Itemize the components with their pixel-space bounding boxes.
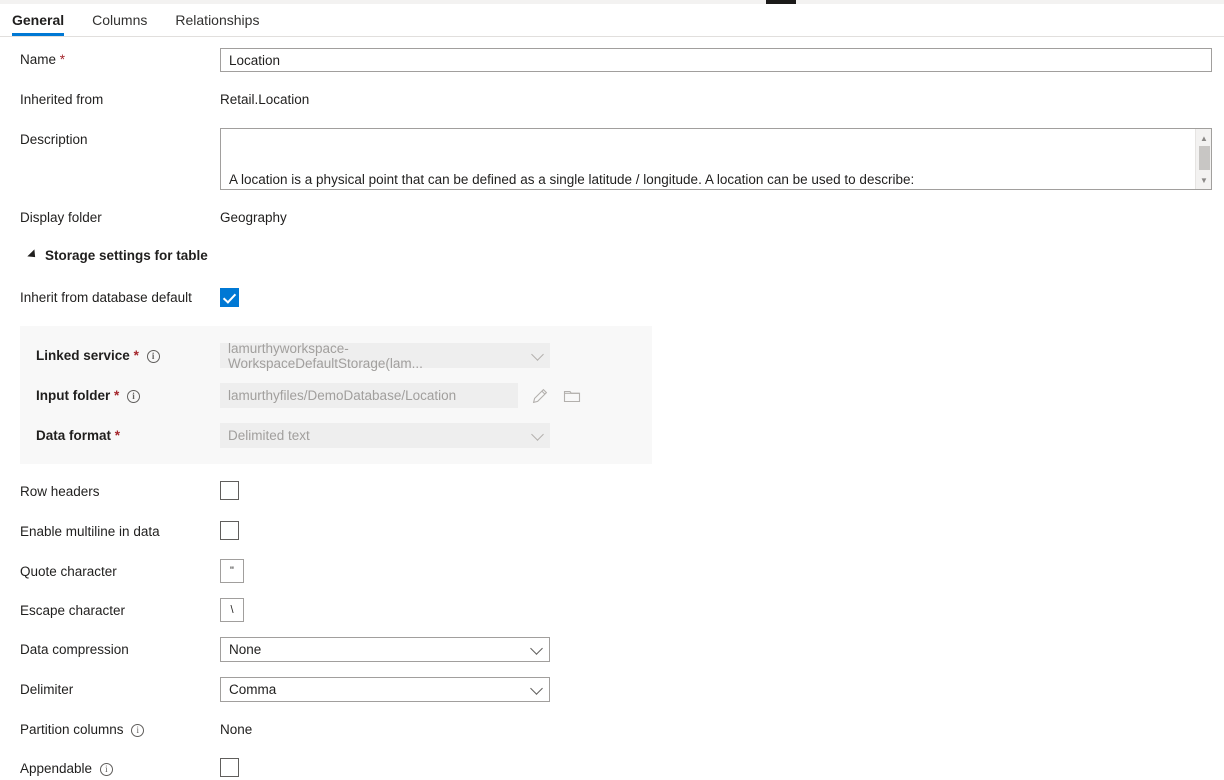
appendable-label-text: Appendable [20, 761, 92, 776]
escape-character-value: \ [230, 604, 233, 616]
quote-character-value: " [230, 565, 234, 577]
expand-collapse-triangle-icon [27, 249, 38, 260]
data-compression-label: Data compression [20, 641, 129, 659]
display-folder-label: Display folder [20, 209, 102, 227]
tab-relationships[interactable]: Relationships [161, 4, 273, 36]
inherited-from-label: Inherited from [20, 91, 103, 109]
row-headers-label: Row headers [20, 483, 100, 501]
delimiter-dropdown[interactable]: Comma [220, 677, 550, 702]
name-input[interactable]: Location [220, 48, 1212, 72]
info-icon[interactable]: i [127, 390, 140, 403]
inherit-default-checkbox[interactable] [220, 288, 239, 307]
partition-columns-value: None [220, 721, 252, 739]
folder-icon[interactable] [562, 386, 582, 406]
inherited-from-value: Retail.Location [220, 91, 309, 109]
name-input-value: Location [229, 53, 280, 68]
partition-columns-label: Partition columns i [20, 721, 144, 739]
appendable-label: Appendable i [20, 760, 113, 778]
chevron-down-icon [530, 682, 543, 695]
name-label-text: Name [20, 52, 56, 67]
chevron-down-icon [531, 428, 544, 441]
enable-multiline-checkbox[interactable] [220, 521, 239, 540]
quote-character-input[interactable]: " [220, 559, 244, 583]
tab-columns[interactable]: Columns [78, 4, 161, 36]
data-format-required-marker: * [115, 428, 120, 443]
escape-character-input[interactable]: \ [220, 598, 244, 622]
input-folder-value: lamurthyfiles/DemoDatabase/Location [228, 388, 456, 403]
linked-service-required-marker: * [134, 348, 139, 363]
chevron-down-icon [530, 642, 543, 655]
data-compression-dropdown[interactable]: None [220, 637, 550, 662]
enable-multiline-label: Enable multiline in data [20, 523, 160, 541]
data-format-label: Data format * [36, 427, 120, 445]
delimiter-label: Delimiter [20, 681, 73, 699]
inherit-default-label: Inherit from database default [20, 289, 192, 307]
info-icon[interactable]: i [131, 724, 144, 737]
escape-character-label: Escape character [20, 602, 125, 620]
input-folder-input[interactable]: lamurthyfiles/DemoDatabase/Location [220, 383, 518, 408]
input-folder-label-text: Input folder [36, 388, 110, 403]
linked-service-dropdown[interactable]: lamurthyworkspace-WorkspaceDefaultStorag… [220, 343, 550, 368]
input-folder-label: Input folder * i [36, 387, 140, 405]
linked-service-label-text: Linked service [36, 348, 130, 363]
name-label: Name * [20, 51, 65, 69]
scroll-down-icon[interactable]: ▼ [1196, 173, 1212, 187]
scrollbar-thumb[interactable] [1199, 146, 1210, 170]
data-format-label-text: Data format [36, 428, 111, 443]
info-icon[interactable]: i [100, 763, 113, 776]
description-textarea[interactable]: A location is a physical point that can … [220, 128, 1212, 190]
data-format-dropdown[interactable]: Delimited text [220, 423, 550, 448]
linked-service-value: lamurthyworkspace-WorkspaceDefaultStorag… [228, 341, 542, 371]
linked-service-label: Linked service * i [36, 347, 160, 365]
data-format-value: Delimited text [228, 428, 310, 443]
row-headers-checkbox[interactable] [220, 481, 239, 500]
info-icon[interactable]: i [147, 350, 160, 363]
appendable-checkbox[interactable] [220, 758, 239, 777]
tab-general[interactable]: General [12, 4, 78, 36]
description-line-1: A location is a physical point that can … [229, 171, 1191, 189]
scroll-up-icon[interactable]: ▲ [1196, 131, 1212, 145]
name-required-marker: * [60, 52, 65, 67]
input-folder-required-marker: * [114, 388, 119, 403]
storage-settings-section-header[interactable]: Storage settings for table [28, 248, 208, 263]
data-compression-value: None [229, 642, 261, 657]
description-scrollbar[interactable]: ▲ ▼ [1195, 129, 1211, 189]
pencil-icon[interactable] [530, 386, 550, 406]
description-label: Description [20, 131, 88, 149]
quote-character-label: Quote character [20, 563, 117, 581]
display-folder-value: Geography [220, 209, 287, 227]
table-properties-page: General Columns Relationships Name * Loc… [0, 0, 1224, 780]
storage-settings-label: Storage settings for table [45, 248, 208, 263]
tab-bar: General Columns Relationships [0, 4, 1224, 37]
delimiter-value: Comma [229, 682, 276, 697]
partition-columns-label-text: Partition columns [20, 722, 124, 737]
